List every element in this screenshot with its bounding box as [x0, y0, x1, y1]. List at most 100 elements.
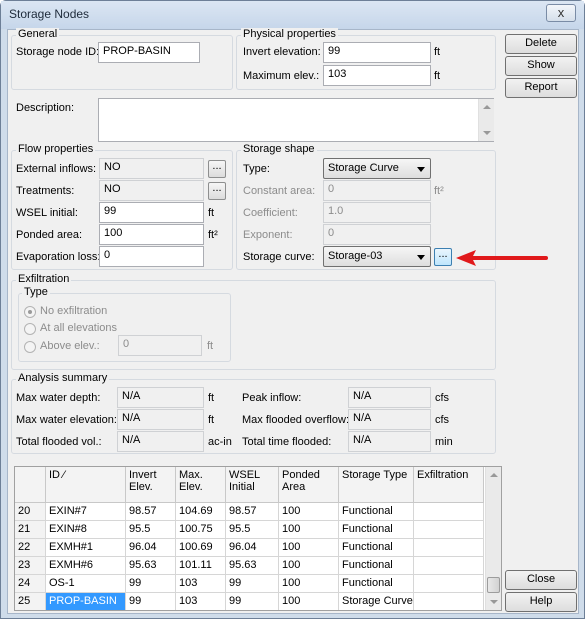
total-time-flooded-unit: min — [435, 436, 453, 448]
cell-exfiltration[interactable] — [414, 557, 484, 575]
invert-elevation-input[interactable]: 99 — [323, 42, 431, 63]
invert-elevation-label: Invert elevation: — [243, 46, 321, 58]
total-flooded-vol-label: Total flooded vol.: — [16, 436, 102, 448]
cell-storage-type[interactable]: Functional — [339, 539, 414, 557]
column-header-storage-type[interactable]: Storage Type — [339, 467, 414, 503]
above-elev-label: Above elev.: — [40, 340, 100, 352]
cell-ponded-area[interactable]: 100 — [279, 503, 339, 521]
treatments-browse-button[interactable]: ... — [208, 182, 226, 200]
cell-wsel-initial[interactable]: 99 — [226, 593, 279, 610]
column-header-wsel-initial[interactable]: WSEL Initial — [226, 467, 279, 503]
show-button[interactable]: Show — [505, 56, 577, 76]
external-inflows-browse-button[interactable]: ... — [208, 160, 226, 178]
close-button[interactable]: Close — [505, 570, 577, 590]
row-number: 24 — [15, 575, 46, 593]
cell-invert-elev[interactable]: 96.04 — [126, 539, 176, 557]
storage-node-id-input[interactable]: PROP-BASIN — [98, 42, 200, 63]
close-window-button[interactable]: x — [546, 4, 576, 22]
report-button[interactable]: Report — [505, 78, 577, 98]
cell-storage-type[interactable]: Functional — [339, 521, 414, 539]
cell-exfiltration[interactable] — [414, 521, 484, 539]
cell-storage-type[interactable]: Functional — [339, 557, 414, 575]
wsel-initial-input[interactable]: 99 — [99, 202, 204, 223]
description-scrollbar[interactable] — [478, 99, 494, 141]
no-exfiltration-radio[interactable] — [24, 306, 36, 318]
above-elev-input[interactable]: 0 — [118, 335, 202, 356]
coefficient-input[interactable]: 1.0 — [323, 202, 431, 223]
all-elevations-radio[interactable] — [24, 323, 36, 335]
title-bar[interactable]: Storage Nodes x — [1, 1, 584, 29]
cell-exfiltration[interactable] — [414, 575, 484, 593]
storage-curve-browse-button[interactable]: ... — [434, 248, 452, 266]
cell-id[interactable]: OS-1 — [46, 575, 126, 593]
help-button[interactable]: Help — [505, 592, 577, 612]
storage-curve-select[interactable]: Storage-03 — [323, 246, 431, 267]
evaporation-loss-input[interactable]: 0 — [99, 246, 204, 267]
exponent-input[interactable]: 0 — [323, 224, 431, 245]
cell-storage-type[interactable]: Functional — [339, 575, 414, 593]
table-scrollbar[interactable] — [485, 467, 501, 610]
cell-invert-elev[interactable]: 99 — [126, 575, 176, 593]
cell-exfiltration[interactable] — [414, 503, 484, 521]
ponded-area-input[interactable]: 100 — [99, 224, 204, 245]
cell-max-elev[interactable]: 101.11 — [176, 557, 226, 575]
maximum-elev-input[interactable]: 103 — [323, 65, 431, 86]
cell-id[interactable]: EXMH#6 — [46, 557, 126, 575]
cell-wsel-initial[interactable]: 99 — [226, 575, 279, 593]
cell-id[interactable]: EXMH#1 — [46, 539, 126, 557]
shape-type-label: Type: — [243, 163, 270, 175]
cell-storage-type[interactable]: Storage Curve — [339, 593, 414, 610]
max-water-elevation-unit: ft — [208, 414, 215, 426]
cell-wsel-initial[interactable]: 95.5 — [226, 521, 279, 539]
max-water-elevation-label: Max water elevation: — [16, 414, 117, 426]
cell-wsel-initial[interactable]: 95.63 — [226, 557, 279, 575]
wsel-initial-unit: ft — [208, 207, 215, 219]
invert-elevation-unit: ft — [434, 46, 441, 58]
cell-ponded-area[interactable]: 100 — [279, 521, 339, 539]
external-inflows-label: External inflows: — [16, 163, 97, 175]
treatments-label: Treatments: — [16, 185, 75, 197]
column-header-exfiltration[interactable]: Exfiltration — [414, 467, 484, 503]
cell-max-elev[interactable]: 103 — [176, 593, 226, 610]
cell-max-elev[interactable]: 100.69 — [176, 539, 226, 557]
scroll-up-icon[interactable] — [490, 473, 498, 477]
scroll-thumb[interactable] — [487, 577, 500, 593]
dialog-client: General Storage node ID: PROP-BASIN Phys… — [7, 28, 579, 614]
cell-id[interactable]: EXIN#8 — [46, 521, 126, 539]
cell-exfiltration[interactable] — [414, 593, 484, 610]
delete-button[interactable]: Delete — [505, 34, 577, 54]
column-header-id[interactable]: ID ⁄ — [46, 467, 126, 503]
scroll-up-icon[interactable] — [483, 105, 491, 109]
constant-area-input[interactable]: 0 — [323, 180, 431, 201]
storage-nodes-table: ID ⁄ Invert Elev. Max. Elev. WSEL Initia… — [14, 466, 502, 611]
maximum-elev-label: Maximum elev.: — [243, 70, 320, 82]
cell-max-elev[interactable]: 104.69 — [176, 503, 226, 521]
total-flooded-vol-value: N/A — [117, 431, 204, 452]
cell-ponded-area[interactable]: 100 — [279, 539, 339, 557]
cell-ponded-area[interactable]: 100 — [279, 575, 339, 593]
cell-invert-elev[interactable]: 95.5 — [126, 521, 176, 539]
cell-ponded-area[interactable]: 100 — [279, 557, 339, 575]
cell-id-selected[interactable]: PROP-BASIN — [46, 593, 126, 610]
scroll-down-icon[interactable] — [483, 131, 491, 135]
row-number: 25 — [15, 593, 46, 610]
cell-invert-elev[interactable]: 98.57 — [126, 503, 176, 521]
column-header-max-elev[interactable]: Max. Elev. — [176, 467, 226, 503]
cell-max-elev[interactable]: 100.75 — [176, 521, 226, 539]
above-elev-radio[interactable] — [24, 341, 36, 353]
description-textarea[interactable] — [98, 98, 494, 142]
cell-invert-elev[interactable]: 99 — [126, 593, 176, 610]
cell-exfiltration[interactable] — [414, 539, 484, 557]
cell-wsel-initial[interactable]: 96.04 — [226, 539, 279, 557]
cell-ponded-area[interactable]: 100 — [279, 593, 339, 610]
cell-id[interactable]: EXIN#7 — [46, 503, 126, 521]
shape-type-select[interactable]: Storage Curve — [323, 158, 431, 179]
cell-invert-elev[interactable]: 95.63 — [126, 557, 176, 575]
scroll-down-icon[interactable] — [490, 600, 498, 604]
cell-max-elev[interactable]: 103 — [176, 575, 226, 593]
cell-wsel-initial[interactable]: 98.57 — [226, 503, 279, 521]
cell-storage-type[interactable]: Functional — [339, 503, 414, 521]
column-header-invert-elev[interactable]: Invert Elev. — [126, 467, 176, 503]
column-header-ponded-area[interactable]: Ponded Area — [279, 467, 339, 503]
red-arrow-icon — [456, 250, 548, 266]
